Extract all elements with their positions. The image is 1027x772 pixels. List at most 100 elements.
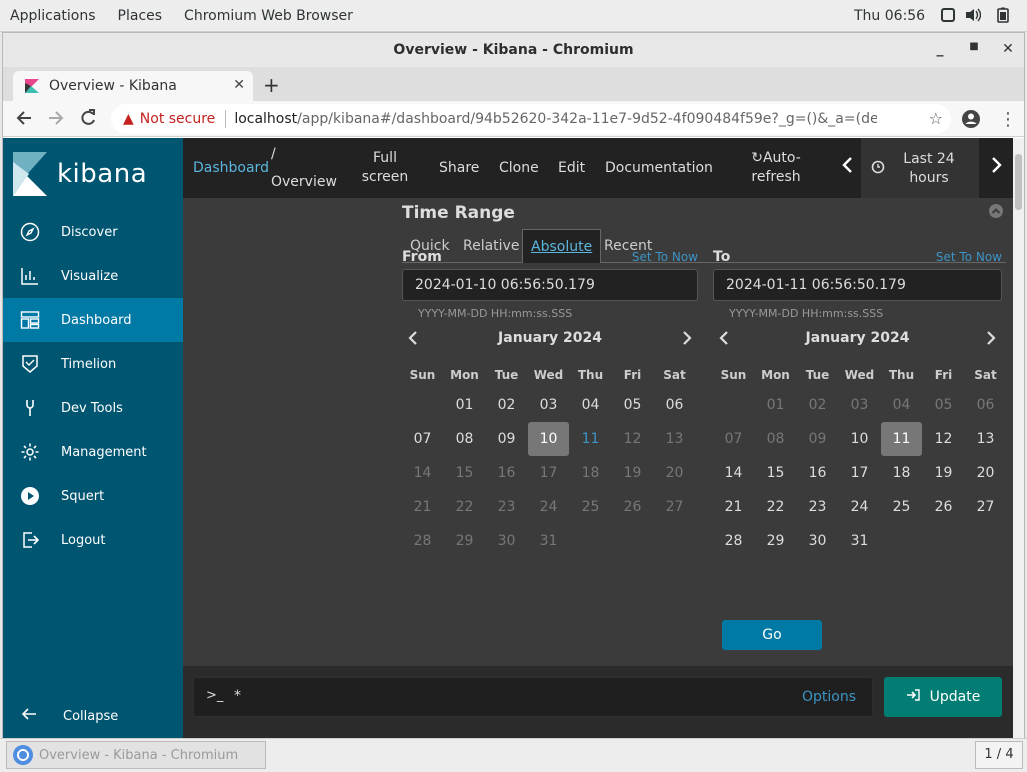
workspace-pager[interactable]: 1 / 4 bbox=[975, 741, 1023, 769]
sidebar-item-logout[interactable]: Logout bbox=[3, 518, 183, 562]
query-input[interactable]: >_ * Options bbox=[193, 677, 873, 717]
sidebar-item-dashboard[interactable]: Dashboard bbox=[3, 298, 183, 342]
to-day[interactable]: 22 bbox=[755, 490, 796, 524]
to-day[interactable]: 29 bbox=[755, 524, 796, 558]
screen-icon[interactable] bbox=[940, 7, 956, 23]
go-button[interactable]: Go bbox=[722, 620, 822, 650]
account-icon[interactable] bbox=[961, 109, 981, 134]
from-empty-cell bbox=[612, 524, 653, 558]
sidebar-item-management[interactable]: Management bbox=[3, 430, 183, 474]
to-next-month-icon[interactable] bbox=[986, 330, 996, 349]
to-set-to-now-link[interactable]: Set To Now bbox=[936, 250, 1002, 264]
to-day[interactable]: 14 bbox=[713, 456, 754, 490]
minimize-button[interactable]: _ bbox=[931, 41, 949, 59]
query-options-button[interactable]: Options bbox=[802, 689, 856, 705]
to-day[interactable]: 11 bbox=[881, 422, 922, 456]
kibana-logo[interactable]: kibana bbox=[3, 138, 183, 210]
close-window-button[interactable]: ✕ bbox=[999, 41, 1017, 59]
to-day[interactable]: 20 bbox=[965, 456, 1006, 490]
update-button[interactable]: Update bbox=[884, 677, 1002, 717]
address-bar: ▲ Not secure localhost /app/kibana#/dash… bbox=[3, 101, 1024, 137]
sidebar-item-visualize[interactable]: Visualize bbox=[3, 254, 183, 298]
to-day[interactable]: 12 bbox=[923, 422, 964, 456]
places-menu[interactable]: Places bbox=[108, 8, 175, 24]
menu-kebab-icon[interactable]: ⋮ bbox=[999, 109, 1017, 130]
to-day[interactable]: 18 bbox=[881, 456, 922, 490]
from-day[interactable]: 01 bbox=[444, 388, 485, 422]
time-picker-button[interactable]: Last 24 hours bbox=[861, 138, 979, 198]
scrollbar-thumb[interactable] bbox=[1015, 154, 1022, 210]
from-day[interactable]: 09 bbox=[486, 422, 527, 456]
auto-refresh-label-1: Auto- bbox=[762, 150, 801, 166]
from-next-month-icon[interactable] bbox=[682, 330, 692, 349]
from-prev-month-icon[interactable] bbox=[408, 330, 418, 349]
maximize-button[interactable]: ■ bbox=[965, 41, 983, 59]
battery-icon[interactable] bbox=[995, 7, 1011, 23]
to-day[interactable]: 13 bbox=[965, 422, 1006, 456]
close-tab-icon[interactable]: ✕ bbox=[233, 77, 245, 93]
to-day[interactable]: 30 bbox=[797, 524, 838, 558]
sidebar-item-squert[interactable]: Squert bbox=[3, 474, 183, 518]
from-set-to-now-link[interactable]: Set To Now bbox=[632, 250, 698, 264]
to-day[interactable]: 24 bbox=[839, 490, 880, 524]
reload-icon[interactable] bbox=[79, 109, 97, 132]
to-prev-month-icon[interactable] bbox=[719, 330, 729, 349]
to-day[interactable]: 23 bbox=[797, 490, 838, 524]
browser-tab[interactable]: Overview - Kibana ✕ bbox=[13, 71, 253, 101]
time-forward-icon[interactable] bbox=[991, 156, 1003, 179]
page-scrollbar[interactable] bbox=[1013, 138, 1024, 738]
full-screen-button[interactable]: Full screen bbox=[361, 149, 409, 187]
from-day[interactable]: 10 bbox=[528, 422, 569, 456]
to-day[interactable]: 10 bbox=[839, 422, 880, 456]
warning-icon[interactable]: ▲ bbox=[123, 111, 134, 127]
to-day[interactable]: 26 bbox=[923, 490, 964, 524]
from-day[interactable]: 07 bbox=[402, 422, 443, 456]
not-secure-label[interactable]: Not secure bbox=[140, 111, 216, 127]
to-day[interactable]: 28 bbox=[713, 524, 754, 558]
breadcrumb-dashboard[interactable]: Dashboard bbox=[193, 160, 269, 176]
bookmark-star-icon[interactable]: ☆ bbox=[929, 109, 943, 128]
from-day[interactable]: 04 bbox=[570, 388, 611, 422]
new-tab-button[interactable]: + bbox=[263, 73, 280, 97]
auto-refresh-button[interactable]: ↻Auto- refresh bbox=[745, 149, 807, 187]
to-day[interactable]: 27 bbox=[965, 490, 1006, 524]
back-icon[interactable] bbox=[15, 109, 33, 132]
app-menu[interactable]: Chromium Web Browser bbox=[174, 8, 365, 24]
to-day[interactable]: 31 bbox=[839, 524, 880, 558]
sidebar-item-label: Timelion bbox=[61, 356, 117, 372]
clone-button[interactable]: Clone bbox=[499, 159, 539, 178]
sidebar-item-timelion[interactable]: Timelion bbox=[3, 342, 183, 386]
applications-menu[interactable]: Applications bbox=[0, 8, 108, 24]
forward-icon[interactable] bbox=[47, 109, 65, 132]
edit-button[interactable]: Edit bbox=[558, 159, 585, 178]
to-day[interactable]: 21 bbox=[713, 490, 754, 524]
query-value: * bbox=[234, 688, 241, 704]
share-button[interactable]: Share bbox=[439, 159, 479, 178]
time-back-icon[interactable] bbox=[841, 156, 853, 179]
volume-icon[interactable] bbox=[965, 7, 982, 23]
from-month-label[interactable]: January 2024 bbox=[498, 330, 602, 346]
from-weekday-header: Sat bbox=[663, 368, 686, 382]
collapse-button[interactable]: Collapse bbox=[3, 694, 183, 738]
to-day[interactable]: 25 bbox=[881, 490, 922, 524]
from-day[interactable]: 11 bbox=[570, 422, 611, 456]
to-day[interactable]: 17 bbox=[839, 456, 880, 490]
to-day[interactable]: 19 bbox=[923, 456, 964, 490]
url-bar[interactable]: ▲ Not secure localhost /app/kibana#/dash… bbox=[111, 104, 951, 134]
from-date-input[interactable]: 2024-01-10 06:56:50.179 bbox=[402, 269, 698, 301]
to-day[interactable]: 16 bbox=[797, 456, 838, 490]
taskbar-window-item[interactable]: Overview - Kibana - Chromium bbox=[6, 741, 266, 769]
from-day[interactable]: 06 bbox=[654, 388, 695, 422]
to-month-label[interactable]: January 2024 bbox=[806, 330, 910, 346]
to-date-input[interactable]: 2024-01-11 06:56:50.179 bbox=[713, 269, 1002, 301]
from-day[interactable]: 05 bbox=[612, 388, 653, 422]
from-day[interactable]: 02 bbox=[486, 388, 527, 422]
clock[interactable]: Thu 06:56 bbox=[854, 8, 925, 24]
to-day[interactable]: 15 bbox=[755, 456, 796, 490]
from-day[interactable]: 03 bbox=[528, 388, 569, 422]
sidebar-item-discover[interactable]: Discover bbox=[3, 210, 183, 254]
documentation-button[interactable]: Documentation bbox=[605, 159, 713, 178]
to-day: 07 bbox=[724, 431, 743, 447]
from-day[interactable]: 08 bbox=[444, 422, 485, 456]
sidebar-item-dev-tools[interactable]: Dev Tools bbox=[3, 386, 183, 430]
